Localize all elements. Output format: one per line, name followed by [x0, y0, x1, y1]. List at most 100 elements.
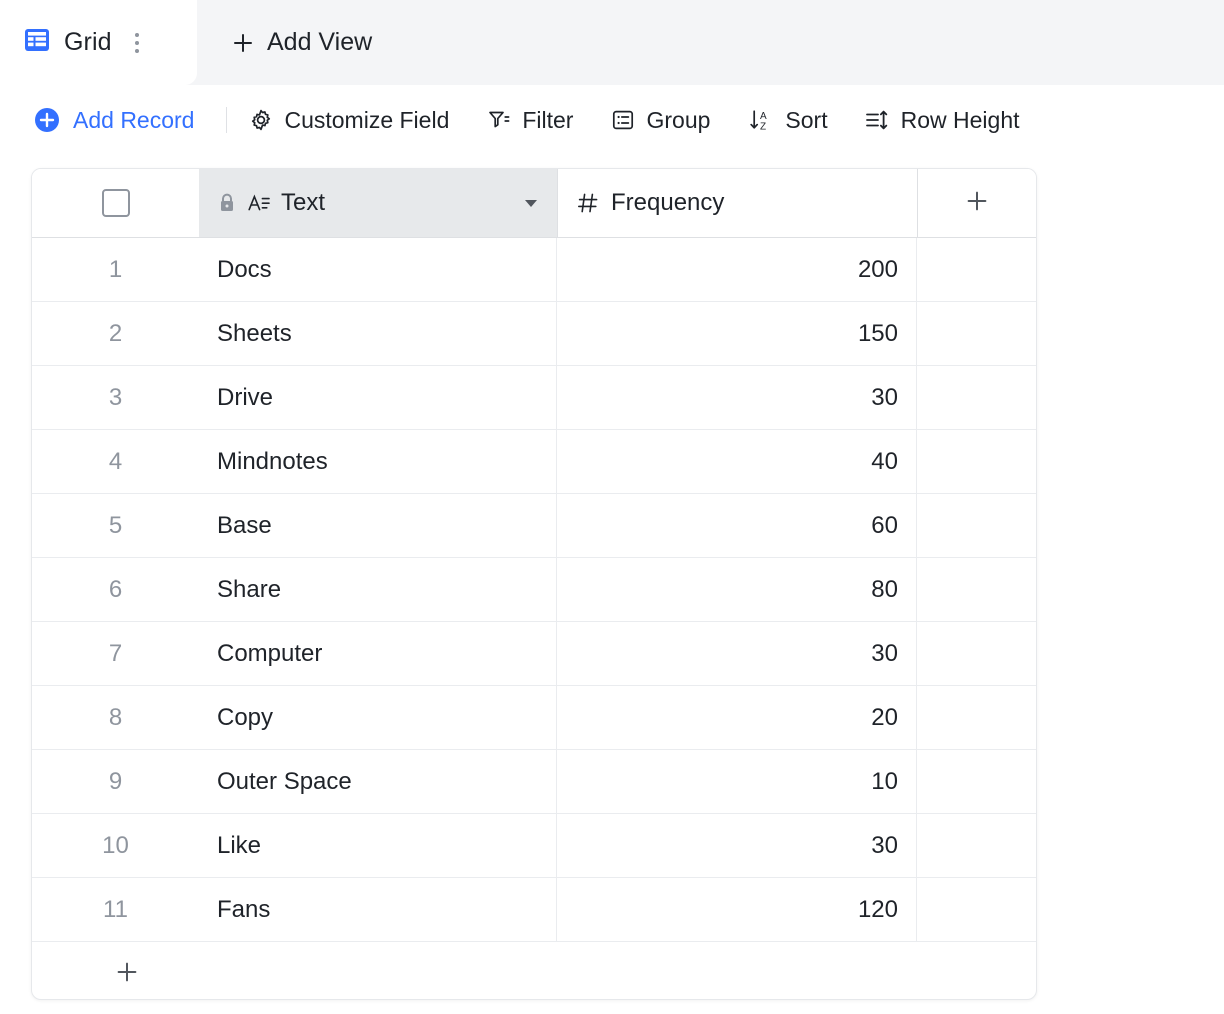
table-row[interactable]: 1Docs200 — [32, 238, 1036, 302]
cell-frequency[interactable]: 30 — [557, 814, 917, 877]
table-row[interactable]: 7Computer30 — [32, 622, 1036, 686]
view-tab-bar: Grid Add View — [0, 0, 1224, 85]
row-height-button[interactable]: Row Height — [864, 107, 1020, 134]
sort-label: Sort — [785, 107, 827, 134]
table-row[interactable]: 4Mindnotes40 — [32, 430, 1036, 494]
filter-button[interactable]: Filter — [487, 107, 573, 134]
plus-circle-icon — [34, 107, 60, 133]
table-row[interactable]: 10Like30 — [32, 814, 1036, 878]
cell-text[interactable]: Share — [199, 558, 557, 621]
group-list-icon — [611, 108, 635, 132]
grid-icon — [24, 27, 50, 58]
tab-grid[interactable]: Grid — [0, 0, 197, 85]
cell-empty — [917, 686, 1036, 749]
cell-frequency[interactable]: 60 — [557, 494, 917, 557]
cell-text[interactable]: Copy — [199, 686, 557, 749]
cell-empty — [917, 878, 1036, 941]
cell-frequency[interactable]: 30 — [557, 622, 917, 685]
table-body: 1Docs2002Sheets1503Drive304Mindnotes405B… — [32, 238, 1036, 942]
tab-grid-label: Grid — [64, 28, 112, 57]
svg-text:Z: Z — [760, 121, 766, 132]
customize-field-label: Customize Field — [284, 107, 449, 134]
filter-label: Filter — [522, 107, 573, 134]
row-number: 2 — [32, 302, 199, 365]
cell-empty — [917, 494, 1036, 557]
row-number: 5 — [32, 494, 199, 557]
row-number: 6 — [32, 558, 199, 621]
cell-text[interactable]: Computer — [199, 622, 557, 685]
row-number: 3 — [32, 366, 199, 429]
grid-table: Text Frequency 1Docs2002Sheets1503Drive3 — [31, 168, 1037, 1000]
more-vertical-icon[interactable] — [128, 29, 146, 57]
cell-frequency[interactable]: 200 — [557, 238, 917, 301]
cell-frequency[interactable]: 150 — [557, 302, 917, 365]
column-header-text-label: Text — [281, 189, 325, 217]
row-height-icon — [864, 107, 890, 133]
cell-frequency[interactable]: 80 — [557, 558, 917, 621]
chevron-down-icon[interactable] — [521, 193, 541, 213]
toolbar-divider — [226, 107, 227, 133]
cell-text[interactable]: Docs — [199, 238, 557, 301]
cell-empty — [917, 622, 1036, 685]
table-row[interactable]: 2Sheets150 — [32, 302, 1036, 366]
column-header-text[interactable]: Text — [199, 169, 557, 237]
column-header-frequency-label: Frequency — [611, 189, 724, 217]
sort-az-icon: A Z — [748, 107, 774, 133]
cell-empty — [917, 430, 1036, 493]
cell-text[interactable]: Fans — [199, 878, 557, 941]
row-number: 4 — [32, 430, 199, 493]
plus-icon — [964, 188, 990, 219]
column-header-frequency[interactable]: Frequency — [557, 169, 917, 237]
text-type-icon — [247, 192, 271, 214]
cell-text[interactable]: Mindnotes — [199, 430, 557, 493]
row-number: 10 — [32, 814, 199, 877]
table-row[interactable]: 3Drive30 — [32, 366, 1036, 430]
table-row[interactable]: 5Base60 — [32, 494, 1036, 558]
cell-empty — [917, 302, 1036, 365]
add-record-label: Add Record — [73, 107, 194, 134]
cell-text[interactable]: Outer Space — [199, 750, 557, 813]
cell-empty — [917, 238, 1036, 301]
add-view-label: Add View — [267, 28, 372, 57]
row-number: 8 — [32, 686, 199, 749]
lock-icon — [217, 192, 237, 214]
number-type-icon — [576, 191, 600, 215]
row-number: 1 — [32, 238, 199, 301]
gear-icon — [249, 108, 273, 132]
cell-empty — [917, 558, 1036, 621]
customize-field-button[interactable]: Customize Field — [249, 107, 449, 134]
filter-icon — [487, 108, 511, 132]
row-height-label: Row Height — [901, 107, 1020, 134]
cell-text[interactable]: Base — [199, 494, 557, 557]
cell-frequency[interactable]: 40 — [557, 430, 917, 493]
sort-button[interactable]: A Z Sort — [748, 107, 827, 134]
select-all-cell[interactable] — [32, 169, 199, 237]
add-field-button[interactable] — [917, 169, 1036, 237]
table-row[interactable]: 9Outer Space10 — [32, 750, 1036, 814]
cell-frequency[interactable]: 20 — [557, 686, 917, 749]
cell-text[interactable]: Drive — [199, 366, 557, 429]
cell-empty — [917, 750, 1036, 813]
select-all-checkbox[interactable] — [102, 189, 130, 217]
table-header-row: Text Frequency — [32, 169, 1036, 238]
group-label: Group — [646, 107, 710, 134]
row-number: 7 — [32, 622, 199, 685]
toolbar: Add Record Customize Field Filter — [0, 85, 1224, 155]
cell-frequency[interactable]: 120 — [557, 878, 917, 941]
table-row[interactable]: 11Fans120 — [32, 878, 1036, 942]
cell-frequency[interactable]: 30 — [557, 366, 917, 429]
add-row-button[interactable] — [32, 942, 1036, 1000]
table-row[interactable]: 8Copy20 — [32, 686, 1036, 750]
plus-icon — [231, 31, 255, 55]
plus-icon — [114, 959, 140, 990]
group-button[interactable]: Group — [611, 107, 710, 134]
row-number: 9 — [32, 750, 199, 813]
cell-empty — [917, 366, 1036, 429]
add-view-button[interactable]: Add View — [197, 0, 398, 85]
cell-empty — [917, 814, 1036, 877]
add-record-button[interactable]: Add Record — [34, 107, 194, 134]
table-row[interactable]: 6Share80 — [32, 558, 1036, 622]
cell-text[interactable]: Sheets — [199, 302, 557, 365]
cell-frequency[interactable]: 10 — [557, 750, 917, 813]
cell-text[interactable]: Like — [199, 814, 557, 877]
